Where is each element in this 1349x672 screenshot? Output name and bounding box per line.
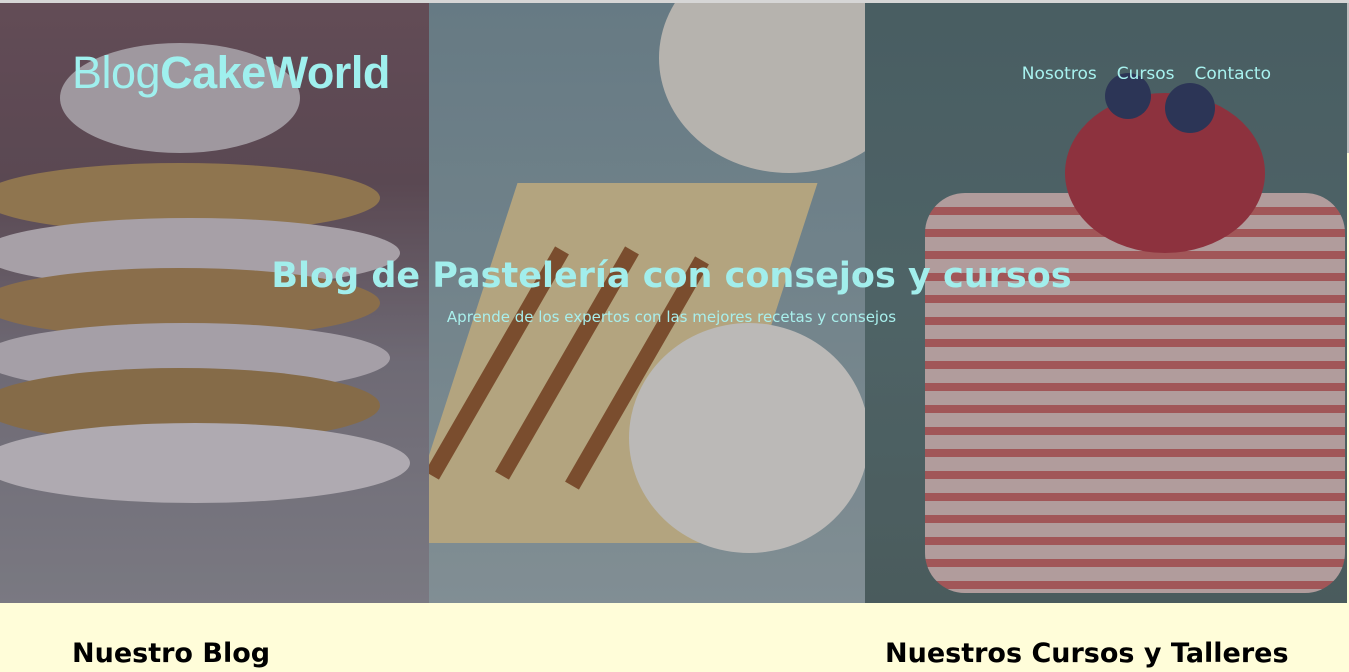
section-title-courses: Nuestros Cursos y Talleres xyxy=(885,638,1289,669)
main-nav: Nosotros Cursos Contacto xyxy=(1022,64,1271,84)
section-title-blog: Nuestro Blog xyxy=(72,638,271,669)
hero-title: Blog de Pastelería con consejos y cursos xyxy=(271,256,1072,296)
hero-subtitle: Aprende de los expertos con las mejores … xyxy=(446,308,897,326)
site-logo[interactable]: BlogCakeWorld xyxy=(72,47,390,99)
nav-link-nosotros[interactable]: Nosotros xyxy=(1022,64,1097,84)
logo-text-blog: Blog xyxy=(72,47,161,98)
logo-text-cakeworld: CakeWorld xyxy=(160,47,390,98)
nav-link-contacto[interactable]: Contacto xyxy=(1194,64,1271,84)
nav-link-cursos[interactable]: Cursos xyxy=(1117,64,1175,84)
hero-section: BlogCakeWorld Nosotros Cursos Contacto B… xyxy=(0,3,1347,603)
